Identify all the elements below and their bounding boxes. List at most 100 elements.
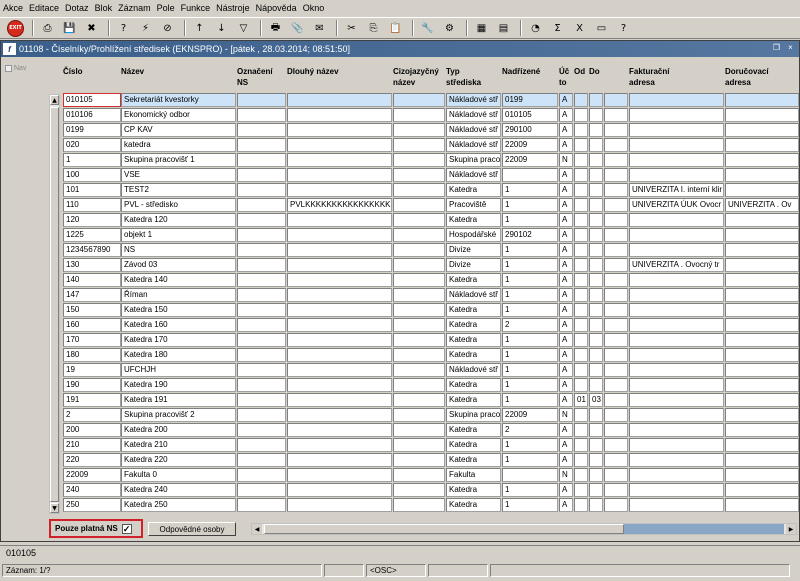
table-cell[interactable]: 1	[502, 333, 558, 347]
column-header[interactable]: Od	[574, 66, 585, 77]
table-cell[interactable]: A	[559, 333, 573, 347]
table-cell[interactable]	[393, 408, 445, 422]
table-cell[interactable]: PVL - středisko	[121, 198, 236, 212]
cut-icon[interactable]: ✂	[342, 19, 361, 37]
table-cell[interactable]	[574, 153, 588, 167]
report-icon[interactable]: ▤	[494, 19, 513, 37]
table-cell[interactable]: 200	[63, 423, 121, 437]
table-cell[interactable]	[589, 213, 603, 227]
table-cell[interactable]	[393, 123, 445, 137]
table-cell[interactable]	[237, 483, 286, 497]
table-cell[interactable]	[604, 438, 628, 452]
table-cell[interactable]	[237, 93, 286, 107]
table-cell[interactable]	[287, 123, 392, 137]
column-header[interactable]: Název	[121, 66, 144, 77]
table-cell[interactable]: Nákladové stř	[446, 138, 501, 152]
table-cell[interactable]: Katedra	[446, 318, 501, 332]
table-cell[interactable]	[725, 363, 799, 377]
table-cell[interactable]: Katedra 160	[121, 318, 236, 332]
table-cell[interactable]	[574, 243, 588, 257]
menu-4[interactable]: Záznam	[115, 3, 154, 13]
table-cell[interactable]	[237, 258, 286, 272]
table-cell[interactable]: 1225	[63, 228, 121, 242]
table-cell[interactable]	[629, 108, 724, 122]
table-cell[interactable]	[589, 228, 603, 242]
table-cell[interactable]	[589, 348, 603, 362]
table-cell[interactable]	[589, 258, 603, 272]
table-cell[interactable]	[725, 228, 799, 242]
table-cell[interactable]	[629, 333, 724, 347]
table-cell[interactable]: Hospodářské	[446, 228, 501, 242]
table-cell[interactable]: 22009	[502, 138, 558, 152]
table-cell[interactable]: 1	[502, 183, 558, 197]
table-cell[interactable]: 01	[574, 393, 588, 407]
table-cell[interactable]: 22009	[502, 408, 558, 422]
table-cell[interactable]	[629, 438, 724, 452]
table-cell[interactable]	[725, 483, 799, 497]
table-cell[interactable]	[287, 288, 392, 302]
menu-7[interactable]: Nástroje	[213, 3, 253, 13]
table-cell[interactable]	[725, 438, 799, 452]
table-cell[interactable]	[574, 123, 588, 137]
mail-icon[interactable]: ✉	[310, 19, 329, 37]
help-icon[interactable]: ?	[614, 19, 633, 37]
hscroll-thumb[interactable]	[264, 524, 624, 534]
table-cell[interactable]	[604, 288, 628, 302]
table-cell[interactable]	[393, 393, 445, 407]
table-cell[interactable]: Skupina praco	[446, 408, 501, 422]
table-cell[interactable]	[629, 213, 724, 227]
responsible-persons-button[interactable]: Odpovědné osoby	[148, 522, 236, 536]
table-cell[interactable]: Divize	[446, 243, 501, 257]
table-cell[interactable]: N	[559, 468, 573, 482]
table-cell[interactable]: 1	[502, 243, 558, 257]
table-cell[interactable]: 1	[502, 288, 558, 302]
table-cell[interactable]	[589, 183, 603, 197]
scroll-up-icon[interactable]: ▲	[50, 95, 59, 105]
table-cell[interactable]	[237, 198, 286, 212]
table-cell[interactable]	[629, 138, 724, 152]
vertical-scrollbar[interactable]: ▲ ▼	[49, 94, 60, 514]
table-cell[interactable]: TEST2	[121, 183, 236, 197]
table-cell[interactable]	[629, 348, 724, 362]
table-cell[interactable]: Katedra	[446, 393, 501, 407]
table-cell[interactable]	[287, 498, 392, 512]
table-cell[interactable]	[287, 213, 392, 227]
table-cell[interactable]	[393, 498, 445, 512]
column-header[interactable]: Nadřízené	[502, 66, 540, 77]
table-cell[interactable]	[629, 498, 724, 512]
table-cell[interactable]	[393, 288, 445, 302]
table-cell[interactable]: Nákladové stř	[446, 168, 501, 182]
table-cell[interactable]: 1234567890	[63, 243, 121, 257]
table-cell[interactable]	[604, 198, 628, 212]
menu-2[interactable]: Dotaz	[62, 3, 92, 13]
sort-desc-icon[interactable]: ↓	[212, 19, 231, 37]
table-cell[interactable]: Katedra 220	[121, 453, 236, 467]
table-cell[interactable]	[629, 243, 724, 257]
table-cell[interactable]: Katedra	[446, 183, 501, 197]
table-cell[interactable]	[237, 348, 286, 362]
table-cell[interactable]	[604, 333, 628, 347]
table-cell[interactable]: Nákladové stř	[446, 363, 501, 377]
table-cell[interactable]	[287, 348, 392, 362]
table-cell[interactable]	[725, 153, 799, 167]
table-cell[interactable]	[604, 498, 628, 512]
table-cell[interactable]	[574, 288, 588, 302]
table-cell[interactable]	[604, 408, 628, 422]
table-cell[interactable]: 1	[502, 363, 558, 377]
table-cell[interactable]: Katedra	[446, 378, 501, 392]
table-cell[interactable]: N	[559, 408, 573, 422]
table-cell[interactable]: A	[559, 288, 573, 302]
table-cell[interactable]	[604, 318, 628, 332]
table-cell[interactable]	[589, 273, 603, 287]
table-cell[interactable]: 191	[63, 393, 121, 407]
table-cell[interactable]: A	[559, 363, 573, 377]
table-cell[interactable]	[604, 423, 628, 437]
table-cell[interactable]: 130	[63, 258, 121, 272]
table-cell[interactable]	[574, 168, 588, 182]
table-cell[interactable]: Katedra 140	[121, 273, 236, 287]
copy-icon[interactable]: ⎘	[364, 19, 383, 37]
table-cell[interactable]	[237, 438, 286, 452]
table-cell[interactable]: 240	[63, 483, 121, 497]
cancel-query-icon[interactable]: ⊘	[158, 19, 177, 37]
table-cell[interactable]: A	[559, 498, 573, 512]
